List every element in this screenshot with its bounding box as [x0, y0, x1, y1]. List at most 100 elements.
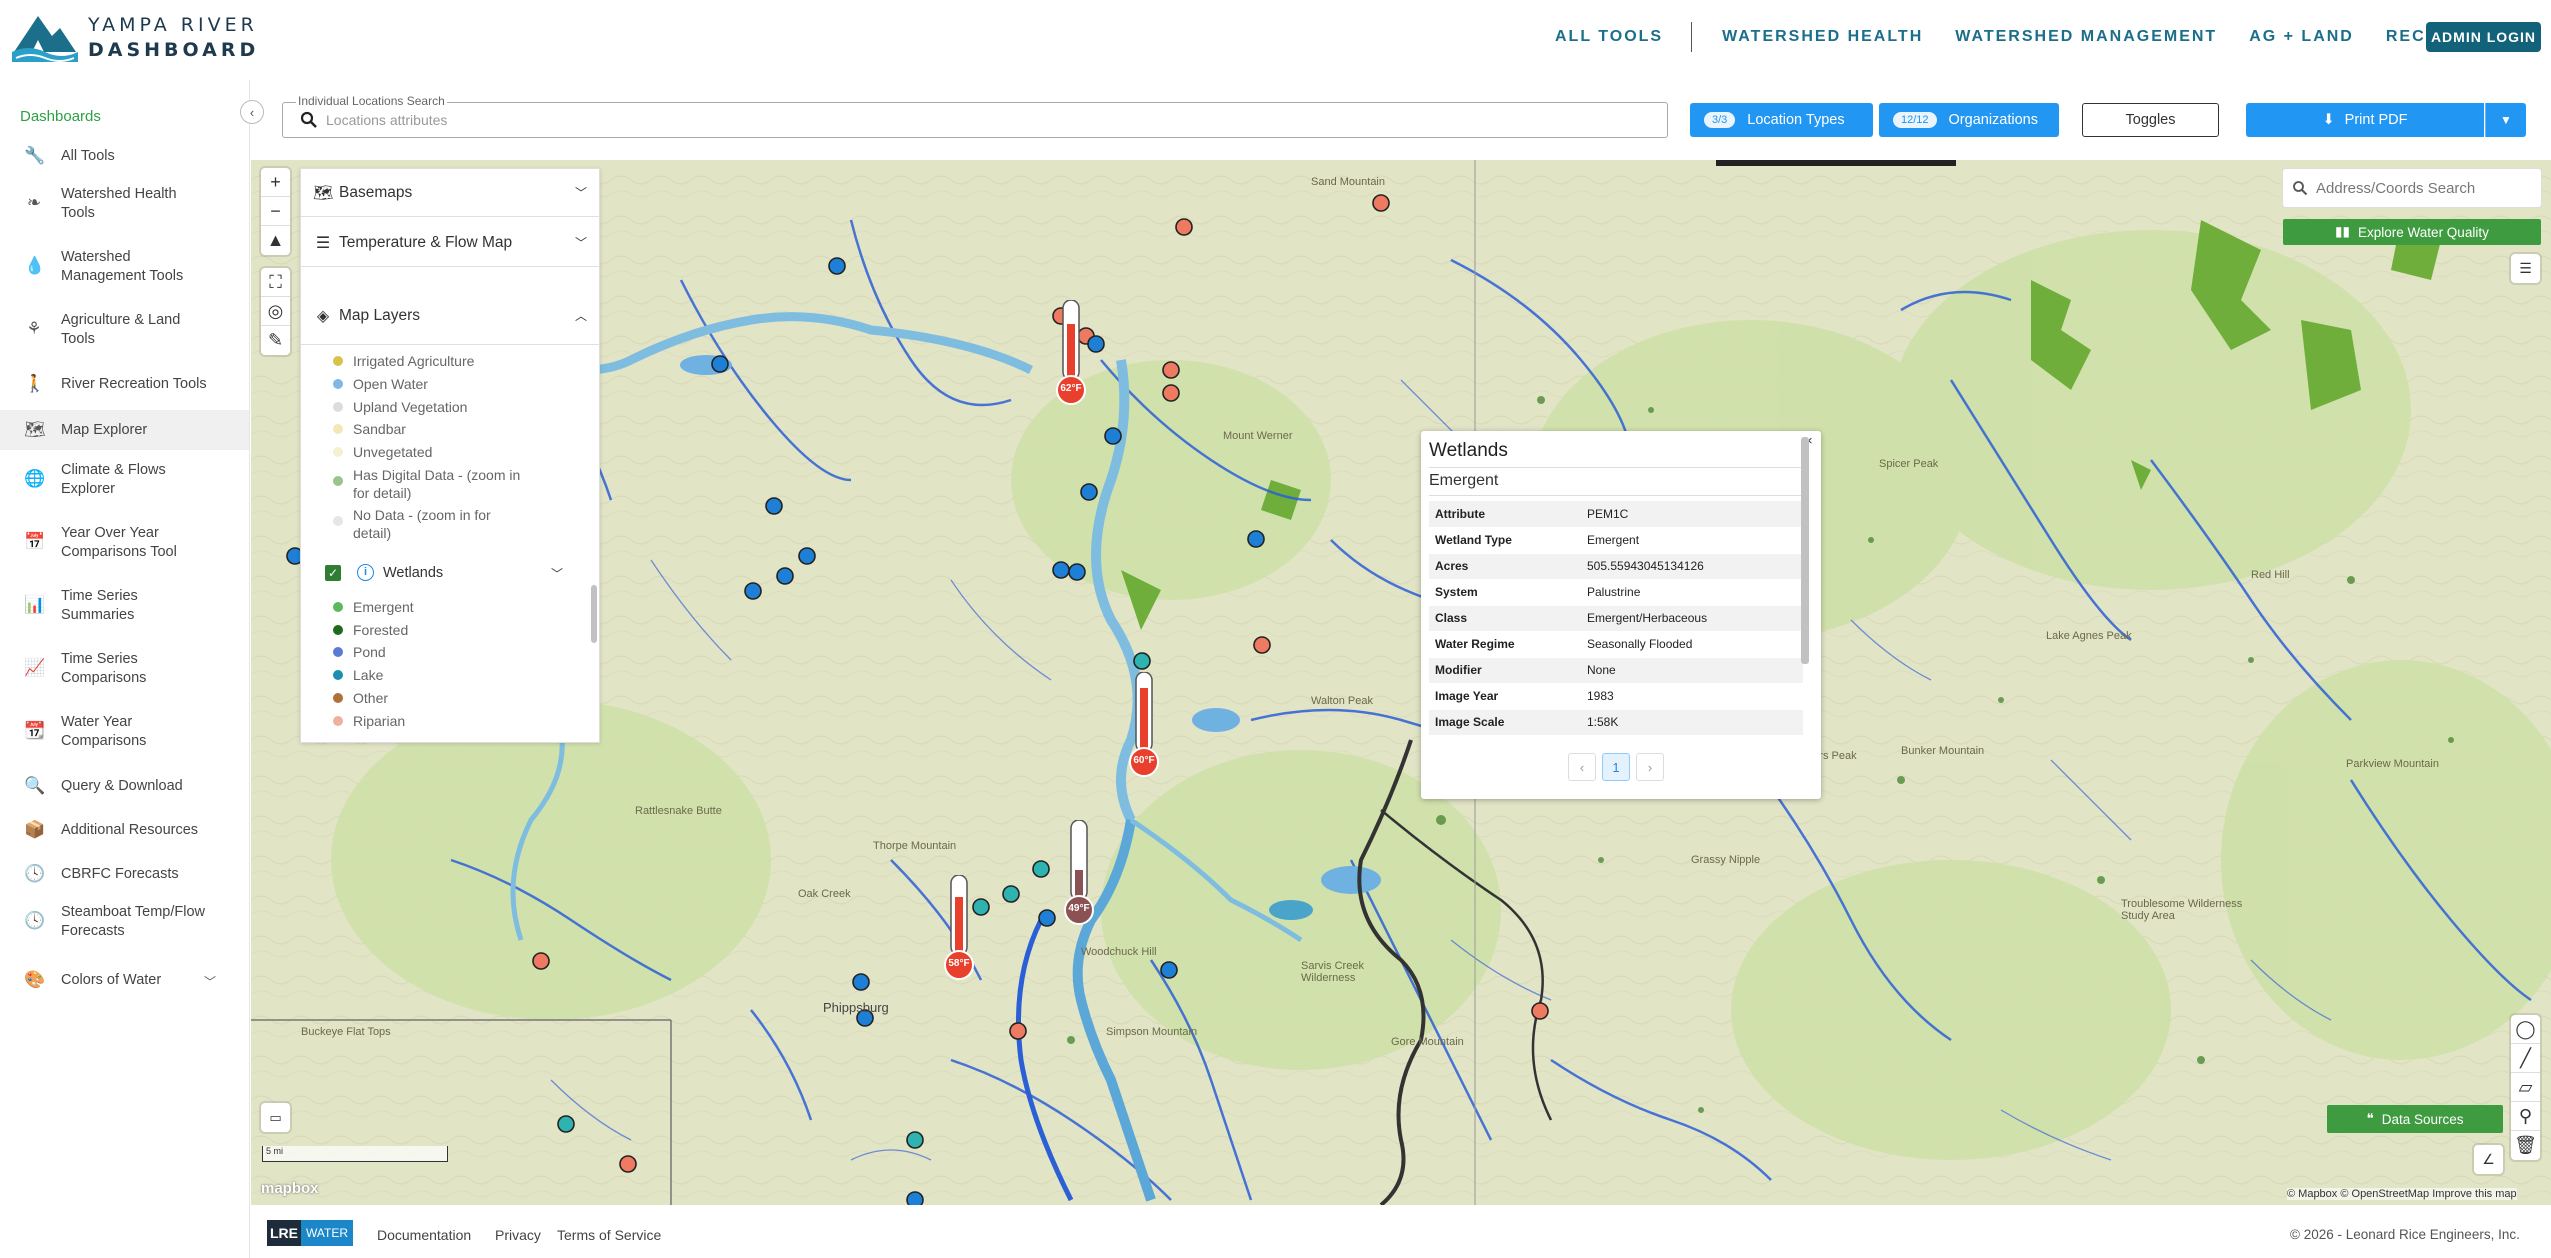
wrench-icon: 🔧 — [24, 146, 46, 165]
app-logo-text[interactable]: YAMPA RIVER DASHBOARD — [88, 13, 259, 63]
nav-watershed-management[interactable]: WATERSHED MANAGEMENT — [1955, 28, 2217, 46]
wetlands-checkbox[interactable]: ✓ — [325, 565, 341, 581]
print-pdf-button[interactable]: ⬇ Print PDF — [2246, 103, 2484, 137]
sidebar-item-watershed-management[interactable]: 💧 Watershed Management Tools — [0, 243, 249, 293]
measure-angle-icon[interactable]: ∠ — [2474, 1145, 2503, 1174]
popup-scrollbar[interactable] — [1801, 437, 1809, 664]
pager-prev-button[interactable]: ‹ — [1568, 753, 1596, 781]
organizations-count-badge: 12/12 — [1893, 112, 1937, 128]
nav-all-tools[interactable]: ALL TOOLS — [1555, 28, 1663, 46]
temperature-label: 60°F — [1133, 755, 1155, 766]
legend-swatch — [333, 625, 343, 635]
compass-reset-button[interactable]: ▲ — [261, 226, 290, 255]
legend-swatch — [333, 356, 343, 366]
sidebar-item-colors-of-water[interactable]: 🎨 Colors of Water ﹀ — [0, 963, 249, 997]
footer-link-terms[interactable]: Terms of Service — [557, 1227, 661, 1243]
place-label: Woodchuck Hill — [1081, 946, 1157, 958]
popup-row-value: 1:58K — [1581, 709, 1803, 736]
layers-icon: ◈ — [316, 308, 330, 325]
legend-label: Lake — [353, 667, 384, 683]
explore-water-quality-button[interactable]: ▮▮ Explore Water Quality — [2283, 219, 2541, 245]
sidebar-item-time-series-comparisons[interactable]: 📈 Time Series Comparisons — [0, 645, 249, 695]
sidebar-item-steamboat-forecasts[interactable]: 🕓 Steamboat Temp/Flow Forecasts — [0, 898, 249, 948]
nav-watershed-health[interactable]: WATERSHED HEALTH — [1722, 28, 1923, 46]
address-search-input[interactable] — [2316, 178, 2536, 198]
pager-page-button[interactable]: 1 — [1602, 753, 1630, 781]
sidebar-item-label: Query & Download — [61, 778, 183, 794]
polygon-draw-icon[interactable]: ▱ — [2511, 1073, 2540, 1102]
collapse-sidebar-button[interactable]: ‹ — [240, 100, 264, 124]
popup-row-key: Wetland Type — [1429, 527, 1581, 554]
admin-login-button[interactable]: ADMIN LOGIN — [2426, 22, 2541, 52]
data-sources-button[interactable]: ❝ Data Sources — [2327, 1105, 2503, 1133]
place-label: Sarvis Creek Wilderness — [1301, 960, 1364, 984]
info-icon[interactable]: i — [357, 564, 374, 581]
layer-panel-scrollbar[interactable] — [591, 585, 597, 643]
locate-icon[interactable]: ◎ — [261, 297, 290, 326]
sidebar-item-time-series-summaries[interactable]: 📊 Time Series Summaries — [0, 582, 249, 632]
legend-label: Irrigated Agriculture — [353, 353, 475, 369]
sidebar-item-year-over-year[interactable]: 📅 Year Over Year Comparisons Tool — [0, 519, 249, 569]
sidebar-item-river-recreation[interactable]: 🚶 River Recreation Tools — [0, 367, 249, 401]
nav-ag-land[interactable]: AG + LAND — [2249, 28, 2354, 46]
organizations-button[interactable]: 12/12 Organizations — [1879, 103, 2059, 137]
sidebar-item-climate-flows[interactable]: 🌐 Climate & Flows Explorer — [0, 456, 249, 506]
circle-draw-icon[interactable]: ◯ — [2511, 1015, 2540, 1044]
sidebar-item-label: All Tools — [61, 148, 115, 164]
popup-row: Image Scale 1:58K — [1429, 709, 1803, 736]
footer-link-privacy[interactable]: Privacy — [495, 1227, 541, 1243]
zoom-out-button[interactable]: − — [261, 197, 290, 226]
sidebar-item-agriculture-land[interactable]: ⚘ Agriculture & Land Tools — [0, 306, 249, 356]
footer-link-documentation[interactable]: Documentation — [377, 1227, 471, 1243]
legend-swatch — [333, 693, 343, 703]
legend-swatch — [333, 716, 343, 726]
copyright-text: © 2026 - Leonard Rice Engineers, Inc. — [2290, 1227, 2520, 1242]
hiker-icon: 🚶 — [24, 374, 46, 393]
print-options-dropdown[interactable]: ▼ — [2485, 103, 2526, 137]
point-draw-icon[interactable]: ⚲ — [2511, 1102, 2540, 1131]
mapbox-logo[interactable]: mapbox — [261, 1180, 319, 1197]
ruler-icon[interactable]: ▭ — [261, 1103, 290, 1132]
sidebar-item-query-download[interactable]: 🔍 Query & Download — [0, 769, 249, 803]
lre-water-logo[interactable]: LRE WATER — [267, 1220, 353, 1246]
map-attribution[interactable]: © Mapbox © OpenStreetMap Improve this ma… — [2287, 1188, 2517, 1200]
chevron-down-icon[interactable]: ﹀ — [551, 565, 563, 582]
sidebar-item-additional-resources[interactable]: 📦 Additional Resources — [0, 813, 249, 847]
sidebar-item-watershed-health[interactable]: ❧ Watershed Health Tools — [0, 180, 249, 230]
toggles-button[interactable]: Toggles — [2082, 103, 2219, 137]
trash-icon[interactable]: 🗑 — [2511, 1131, 2540, 1160]
popup-row-value: Emergent/Herbaceous — [1581, 605, 1803, 632]
popup-row-key: Image Scale — [1429, 709, 1581, 736]
temperature-gauge[interactable]: 49°F — [1059, 819, 1099, 930]
popup-row-value: Palustrine — [1581, 579, 1803, 606]
sidebar-item-all-tools[interactable]: 🔧 All Tools — [0, 139, 249, 173]
sidebar-item-water-year-comparisons[interactable]: 📆 Water Year Comparisons — [0, 708, 249, 758]
sidebar-item-label: Time Series Summaries — [61, 588, 138, 623]
sidebar-item-map-explorer[interactable]: 🗺 Map Explorer — [0, 410, 249, 450]
draw-controls: ◯ ╱ ▱ ⚲ 🗑 — [2511, 1015, 2540, 1160]
sidebar-item-label: Watershed Management Tools — [61, 249, 184, 284]
place-label: Red Hill — [2251, 569, 2290, 581]
location-types-button[interactable]: 3/3 Location Types — [1690, 103, 1873, 137]
legend-label: Has Digital Data - (zoom in for detail) — [353, 467, 521, 501]
temperature-label: 49°F — [1068, 903, 1090, 914]
compass-icon[interactable]: ✎ — [261, 326, 290, 355]
list-icon[interactable]: ☰ — [2511, 254, 2540, 283]
temperature-gauge[interactable]: 58°F — [939, 874, 979, 985]
map-layers-accordion[interactable]: ◈ Map Layers ︿ — [301, 287, 599, 345]
mountain-logo-icon[interactable] — [12, 12, 78, 62]
temperature-gauge[interactable]: 60°F — [1124, 671, 1164, 782]
sidebar-item-label: Steamboat Temp/Flow Forecasts — [61, 904, 205, 939]
pager-next-button[interactable]: › — [1636, 753, 1664, 781]
locations-search-input[interactable] — [326, 108, 1626, 132]
chevron-down-icon[interactable]: ﹀ — [204, 973, 216, 990]
popup-subtitle: Emergent — [1429, 472, 1499, 489]
basemaps-accordion[interactable]: 🗺 Basemaps ﹀ — [301, 169, 599, 217]
zoom-in-button[interactable]: + — [261, 168, 290, 197]
fullscreen-icon[interactable]: ⛶ — [261, 268, 290, 297]
line-draw-icon[interactable]: ╱ — [2511, 1044, 2540, 1073]
sidebar-item-cbrfc-forecasts[interactable]: 🕓 CBRFC Forecasts — [0, 857, 249, 891]
temperature-gauge[interactable]: 62°F — [1051, 299, 1091, 410]
temperature-flow-accordion[interactable]: ☰ Temperature & Flow Map ﹀ — [301, 219, 599, 267]
sidebar-item-label: Agriculture & Land Tools — [61, 312, 181, 347]
